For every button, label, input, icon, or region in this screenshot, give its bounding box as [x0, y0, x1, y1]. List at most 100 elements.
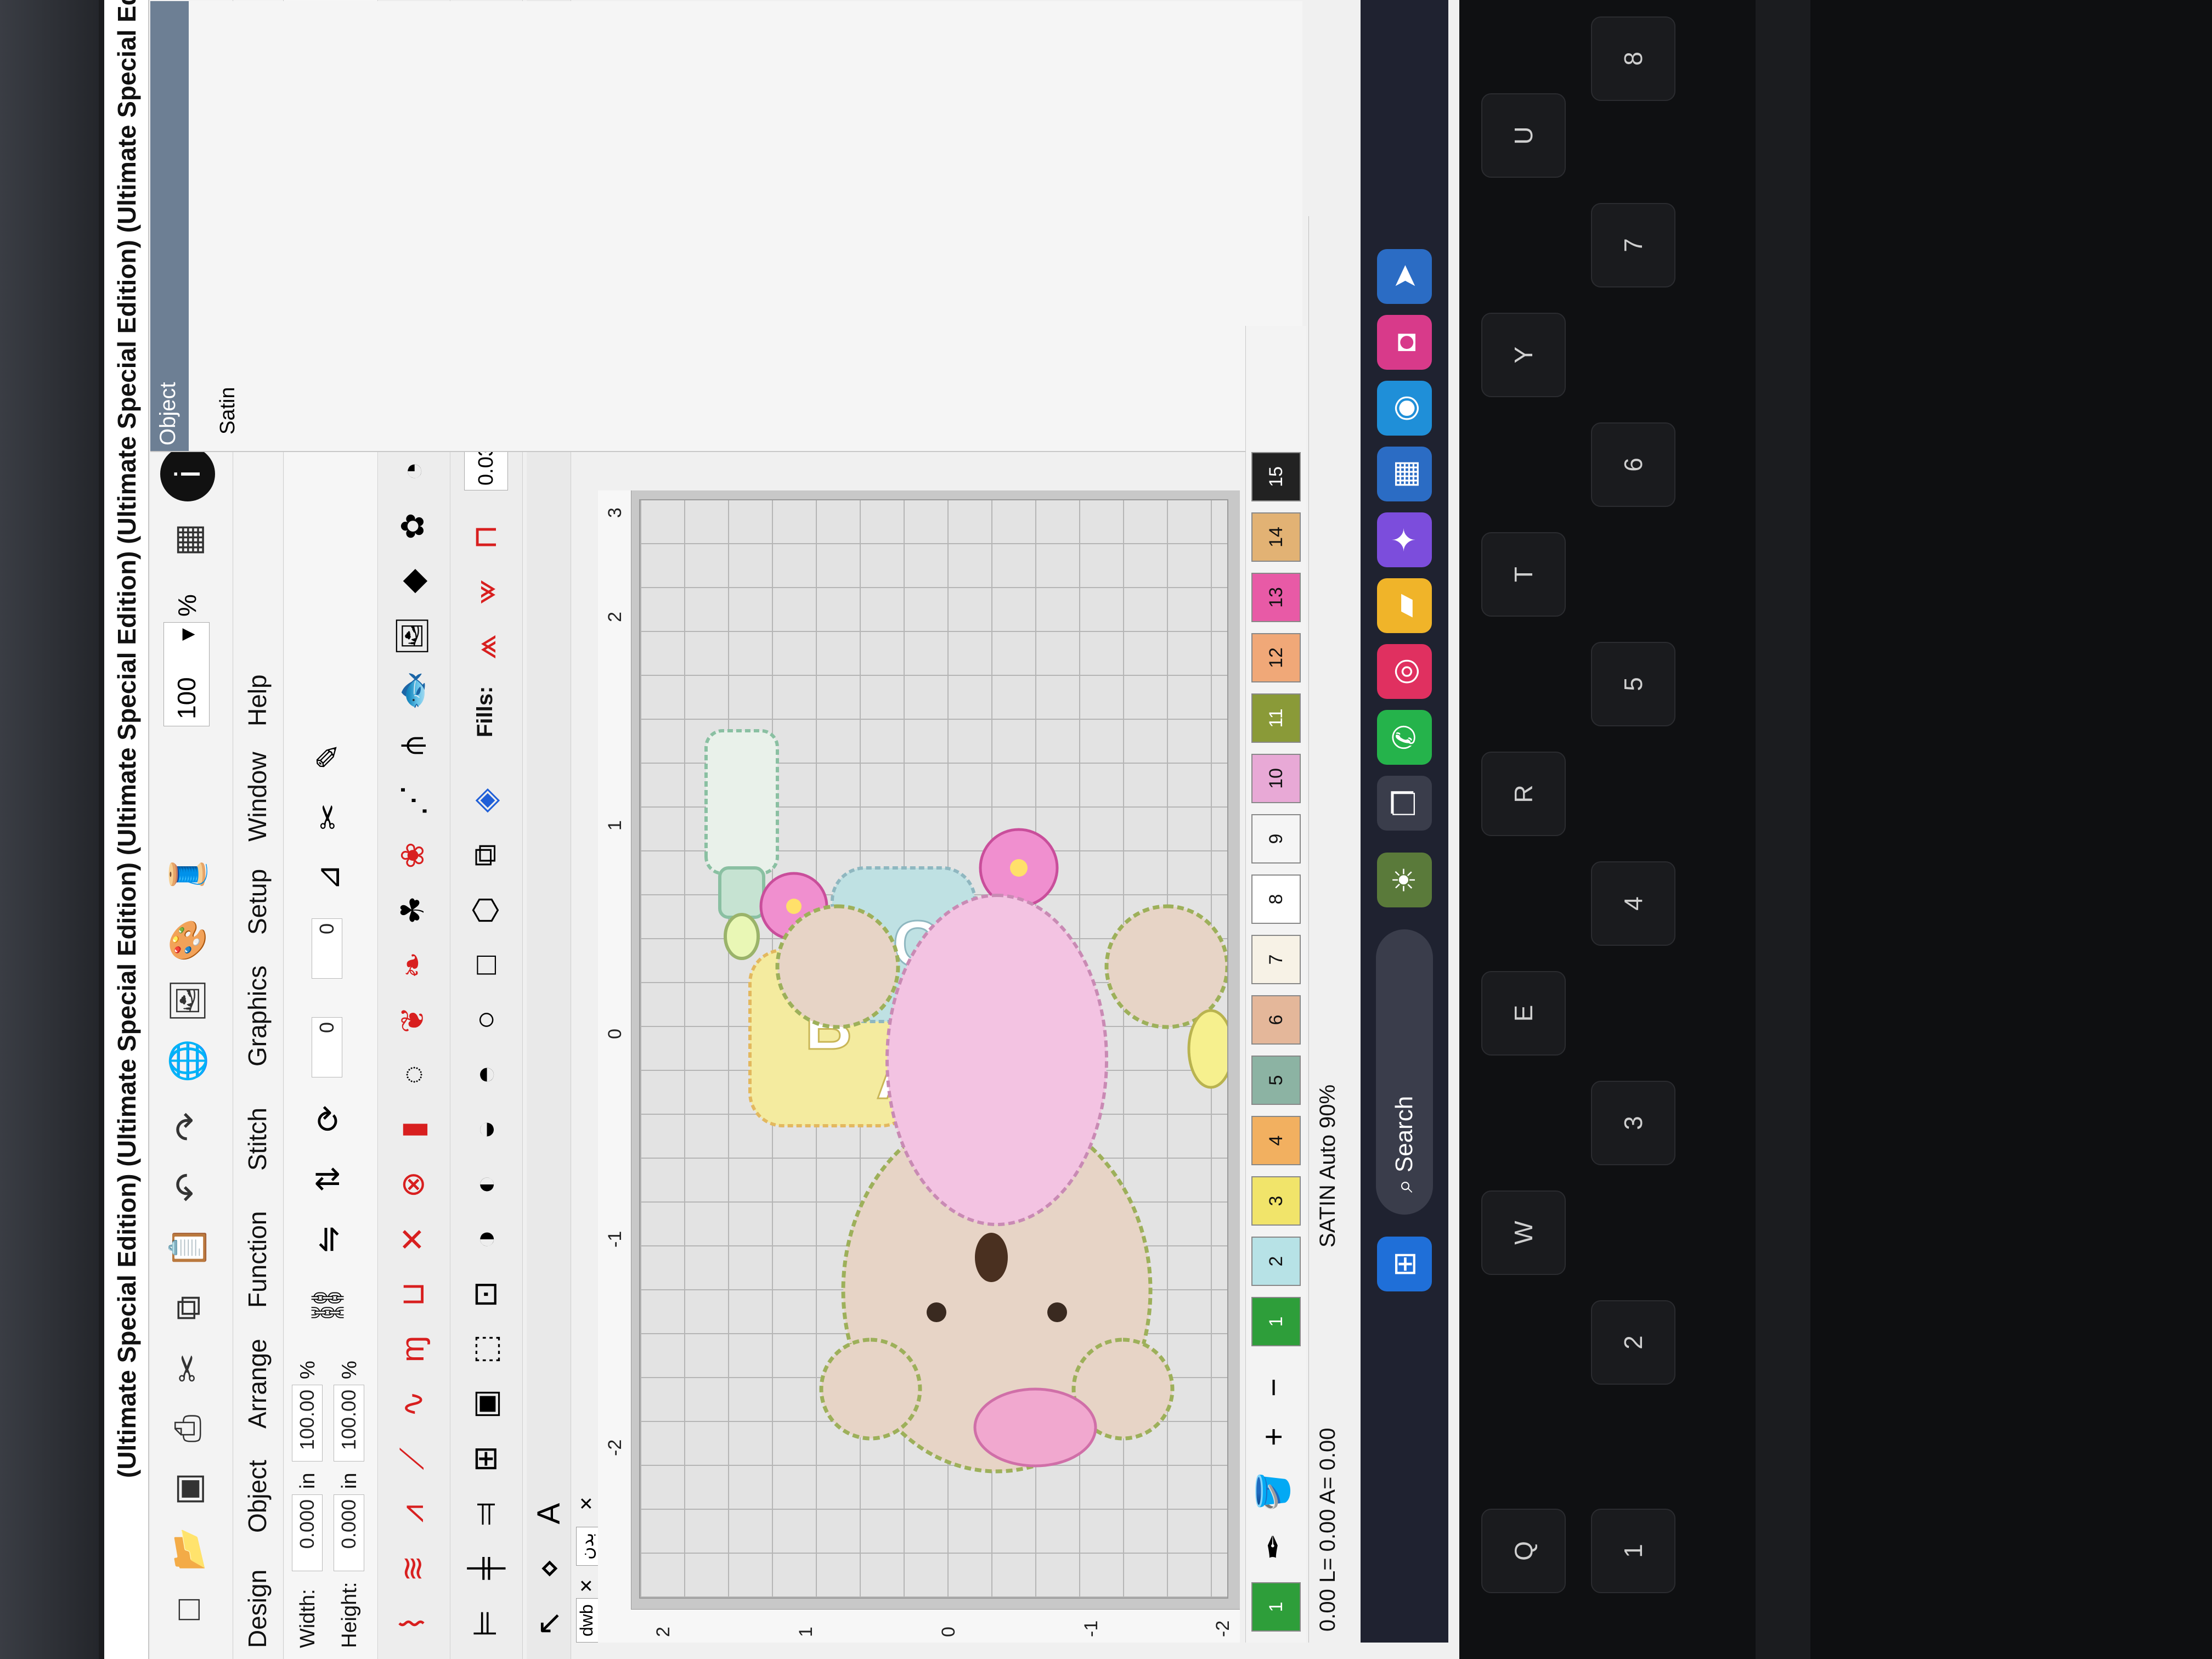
chain-stitch-icon[interactable]: ⊗: [385, 1160, 440, 1209]
node-shape-icon[interactable]: ⬡: [458, 885, 512, 935]
mirror-horizontal-icon[interactable]: ⇋: [301, 1215, 356, 1264]
outline-leaf-icon[interactable]: ☘: [385, 885, 440, 935]
bar-stitch-icon[interactable]: ▮: [385, 1105, 440, 1154]
feather-fill-icon[interactable]: ❧: [385, 940, 440, 990]
subtract-icon[interactable]: ◒: [458, 1105, 512, 1154]
fishes-icon[interactable]: 🐟: [385, 666, 440, 715]
thread-color-swatch[interactable]: 2: [1251, 1237, 1301, 1286]
skew-input[interactable]: 0: [312, 918, 342, 979]
fill-pattern-1-icon[interactable]: ⩕: [458, 622, 512, 672]
open-folder-icon[interactable]: 📂: [160, 1522, 215, 1577]
arc-tool-icon[interactable]: ◌: [385, 1050, 440, 1099]
menu-design[interactable]: Design: [242, 1570, 272, 1648]
align-left-icon[interactable]: ⊨: [458, 1599, 512, 1648]
undo-icon[interactable]: ↶: [160, 1160, 215, 1215]
menu-setup[interactable]: Setup: [242, 869, 272, 935]
trim-icon[interactable]: ◓: [458, 1050, 512, 1099]
rotate-icon[interactable]: ⟳: [301, 1094, 356, 1143]
column-stitch-icon[interactable]: ɱ: [385, 1324, 440, 1374]
menu-window[interactable]: Window: [242, 752, 272, 842]
angle-input[interactable]: 0: [312, 1017, 342, 1077]
current-color-swatch[interactable]: 1: [1251, 1582, 1301, 1632]
weld-icon[interactable]: ◑: [458, 1215, 512, 1264]
align-center-icon[interactable]: ╪: [458, 1544, 512, 1593]
align-icon[interactable]: ⊿: [301, 853, 356, 902]
transform-icon[interactable]: ⊡: [458, 1269, 512, 1319]
menu-arrange[interactable]: Arrange: [242, 1339, 272, 1429]
globe-icon[interactable]: 🌐: [160, 1034, 215, 1088]
new-file-icon[interactable]: □: [160, 1582, 215, 1637]
save-icon[interactable]: ▣: [160, 1462, 215, 1516]
height-percent-input[interactable]: 100.00: [334, 1385, 364, 1462]
store-icon[interactable]: ▦: [1377, 447, 1432, 501]
file-explorer-icon[interactable]: ▰: [1377, 578, 1432, 633]
cross-stitch-icon[interactable]: ✕: [385, 1215, 440, 1264]
task-view-icon[interactable]: ❐: [1377, 776, 1432, 831]
widgets-icon[interactable]: ☀: [1377, 853, 1432, 907]
menu-graphics[interactable]: Graphics: [242, 966, 272, 1066]
zoom-dropdown-icon[interactable]: ▾: [172, 628, 201, 641]
paste-icon[interactable]: 📋: [160, 1220, 215, 1275]
fill-pattern-2-icon[interactable]: ⩖: [458, 567, 512, 617]
color-shapes-icon[interactable]: ◈: [458, 776, 512, 825]
thread-color-swatch[interactable]: 15: [1251, 452, 1301, 501]
flower-icon[interactable]: ✿: [385, 501, 440, 551]
grid-icon[interactable]: ▦: [160, 512, 215, 567]
thread-color-swatch[interactable]: 5: [1251, 1056, 1301, 1105]
menu-object[interactable]: Object: [242, 1460, 272, 1533]
menu-stitch[interactable]: Stitch: [242, 1108, 272, 1171]
fill-pattern-3-icon[interactable]: ⊓: [458, 512, 512, 562]
print-icon[interactable]: ⎙: [160, 1401, 215, 1456]
height-input[interactable]: 0.000: [334, 1494, 364, 1571]
app-circle-icon[interactable]: ◎: [1377, 644, 1432, 699]
overlap-shape-icon[interactable]: ⧉: [458, 831, 512, 880]
tab-dwb[interactable]: dwb: [576, 1598, 599, 1643]
add-color-icon[interactable]: +: [1246, 1412, 1301, 1462]
thread-color-swatch[interactable]: 10: [1251, 754, 1301, 803]
distribute-icon[interactable]: ⊞: [458, 1434, 512, 1483]
copy-icon[interactable]: ⧉: [160, 1280, 215, 1335]
zoom-input[interactable]: 100 ▾: [163, 622, 210, 726]
close-tab-design-2-icon[interactable]: ✕: [576, 1496, 597, 1511]
thread-icon[interactable]: 🧵: [160, 847, 215, 902]
picture-icon[interactable]: 🖼: [385, 611, 440, 661]
node-edit-icon[interactable]: ⋄: [521, 1544, 576, 1593]
menu-function[interactable]: Function: [242, 1211, 272, 1308]
teddy-bear-embroidery-design[interactable]: B A C: [640, 500, 1234, 1598]
fill-bucket-icon[interactable]: 🪣: [1246, 1467, 1301, 1516]
thread-color-swatch[interactable]: 4: [1251, 1116, 1301, 1165]
zigzag-icon[interactable]: ⩘: [385, 1489, 440, 1538]
run-stitch-icon[interactable]: ⌇: [385, 1599, 440, 1648]
lock-proportion-icon[interactable]: ⛓: [301, 1280, 356, 1330]
copilot-icon[interactable]: ✦: [1377, 512, 1432, 567]
whatsapp-icon[interactable]: ✆: [1377, 710, 1432, 765]
thread-color-swatch[interactable]: 8: [1251, 874, 1301, 924]
remove-color-icon[interactable]: −: [1246, 1363, 1301, 1412]
thread-color-swatch[interactable]: 6: [1251, 995, 1301, 1045]
scissors-icon[interactable]: ✂: [301, 792, 356, 842]
pin-icon[interactable]: ✎: [301, 732, 356, 781]
text-tool-icon[interactable]: A: [521, 1489, 576, 1538]
instagram-icon[interactable]: ◘: [1377, 315, 1432, 370]
triple-stitch-icon[interactable]: ≋: [385, 1544, 440, 1593]
menu-help[interactable]: Help: [242, 674, 272, 726]
edge-icon[interactable]: ◉: [1377, 381, 1432, 436]
width-percent-input[interactable]: 100.00: [292, 1385, 323, 1462]
hoop-grid-canvas[interactable]: B A C: [639, 499, 1234, 1599]
select-arrow-icon[interactable]: ↖: [521, 1599, 576, 1648]
image-icon[interactable]: 🖼: [160, 973, 215, 1028]
shapes-icon[interactable]: ◆: [385, 556, 440, 606]
pie-icon[interactable]: ◔: [385, 447, 440, 496]
group-icon[interactable]: ▣: [458, 1379, 512, 1429]
eyedropper-icon[interactable]: ✒: [1246, 1522, 1301, 1571]
leaf-fill-icon[interactable]: ❦: [385, 995, 440, 1045]
circle-shape-icon[interactable]: ○: [458, 995, 512, 1045]
tab-design-2[interactable]: بدن: [576, 1526, 599, 1566]
needle-path-icon[interactable]: ⋰: [385, 776, 440, 825]
align-right-icon[interactable]: ⫤: [458, 1489, 512, 1538]
thread-color-swatch[interactable]: 9: [1251, 814, 1301, 864]
thread-color-swatch[interactable]: 1: [1251, 1297, 1301, 1346]
cut-icon[interactable]: ✂: [160, 1341, 215, 1396]
satin-line-icon[interactable]: ⟋: [385, 1434, 440, 1483]
intersect-icon[interactable]: ◐: [458, 1160, 512, 1209]
